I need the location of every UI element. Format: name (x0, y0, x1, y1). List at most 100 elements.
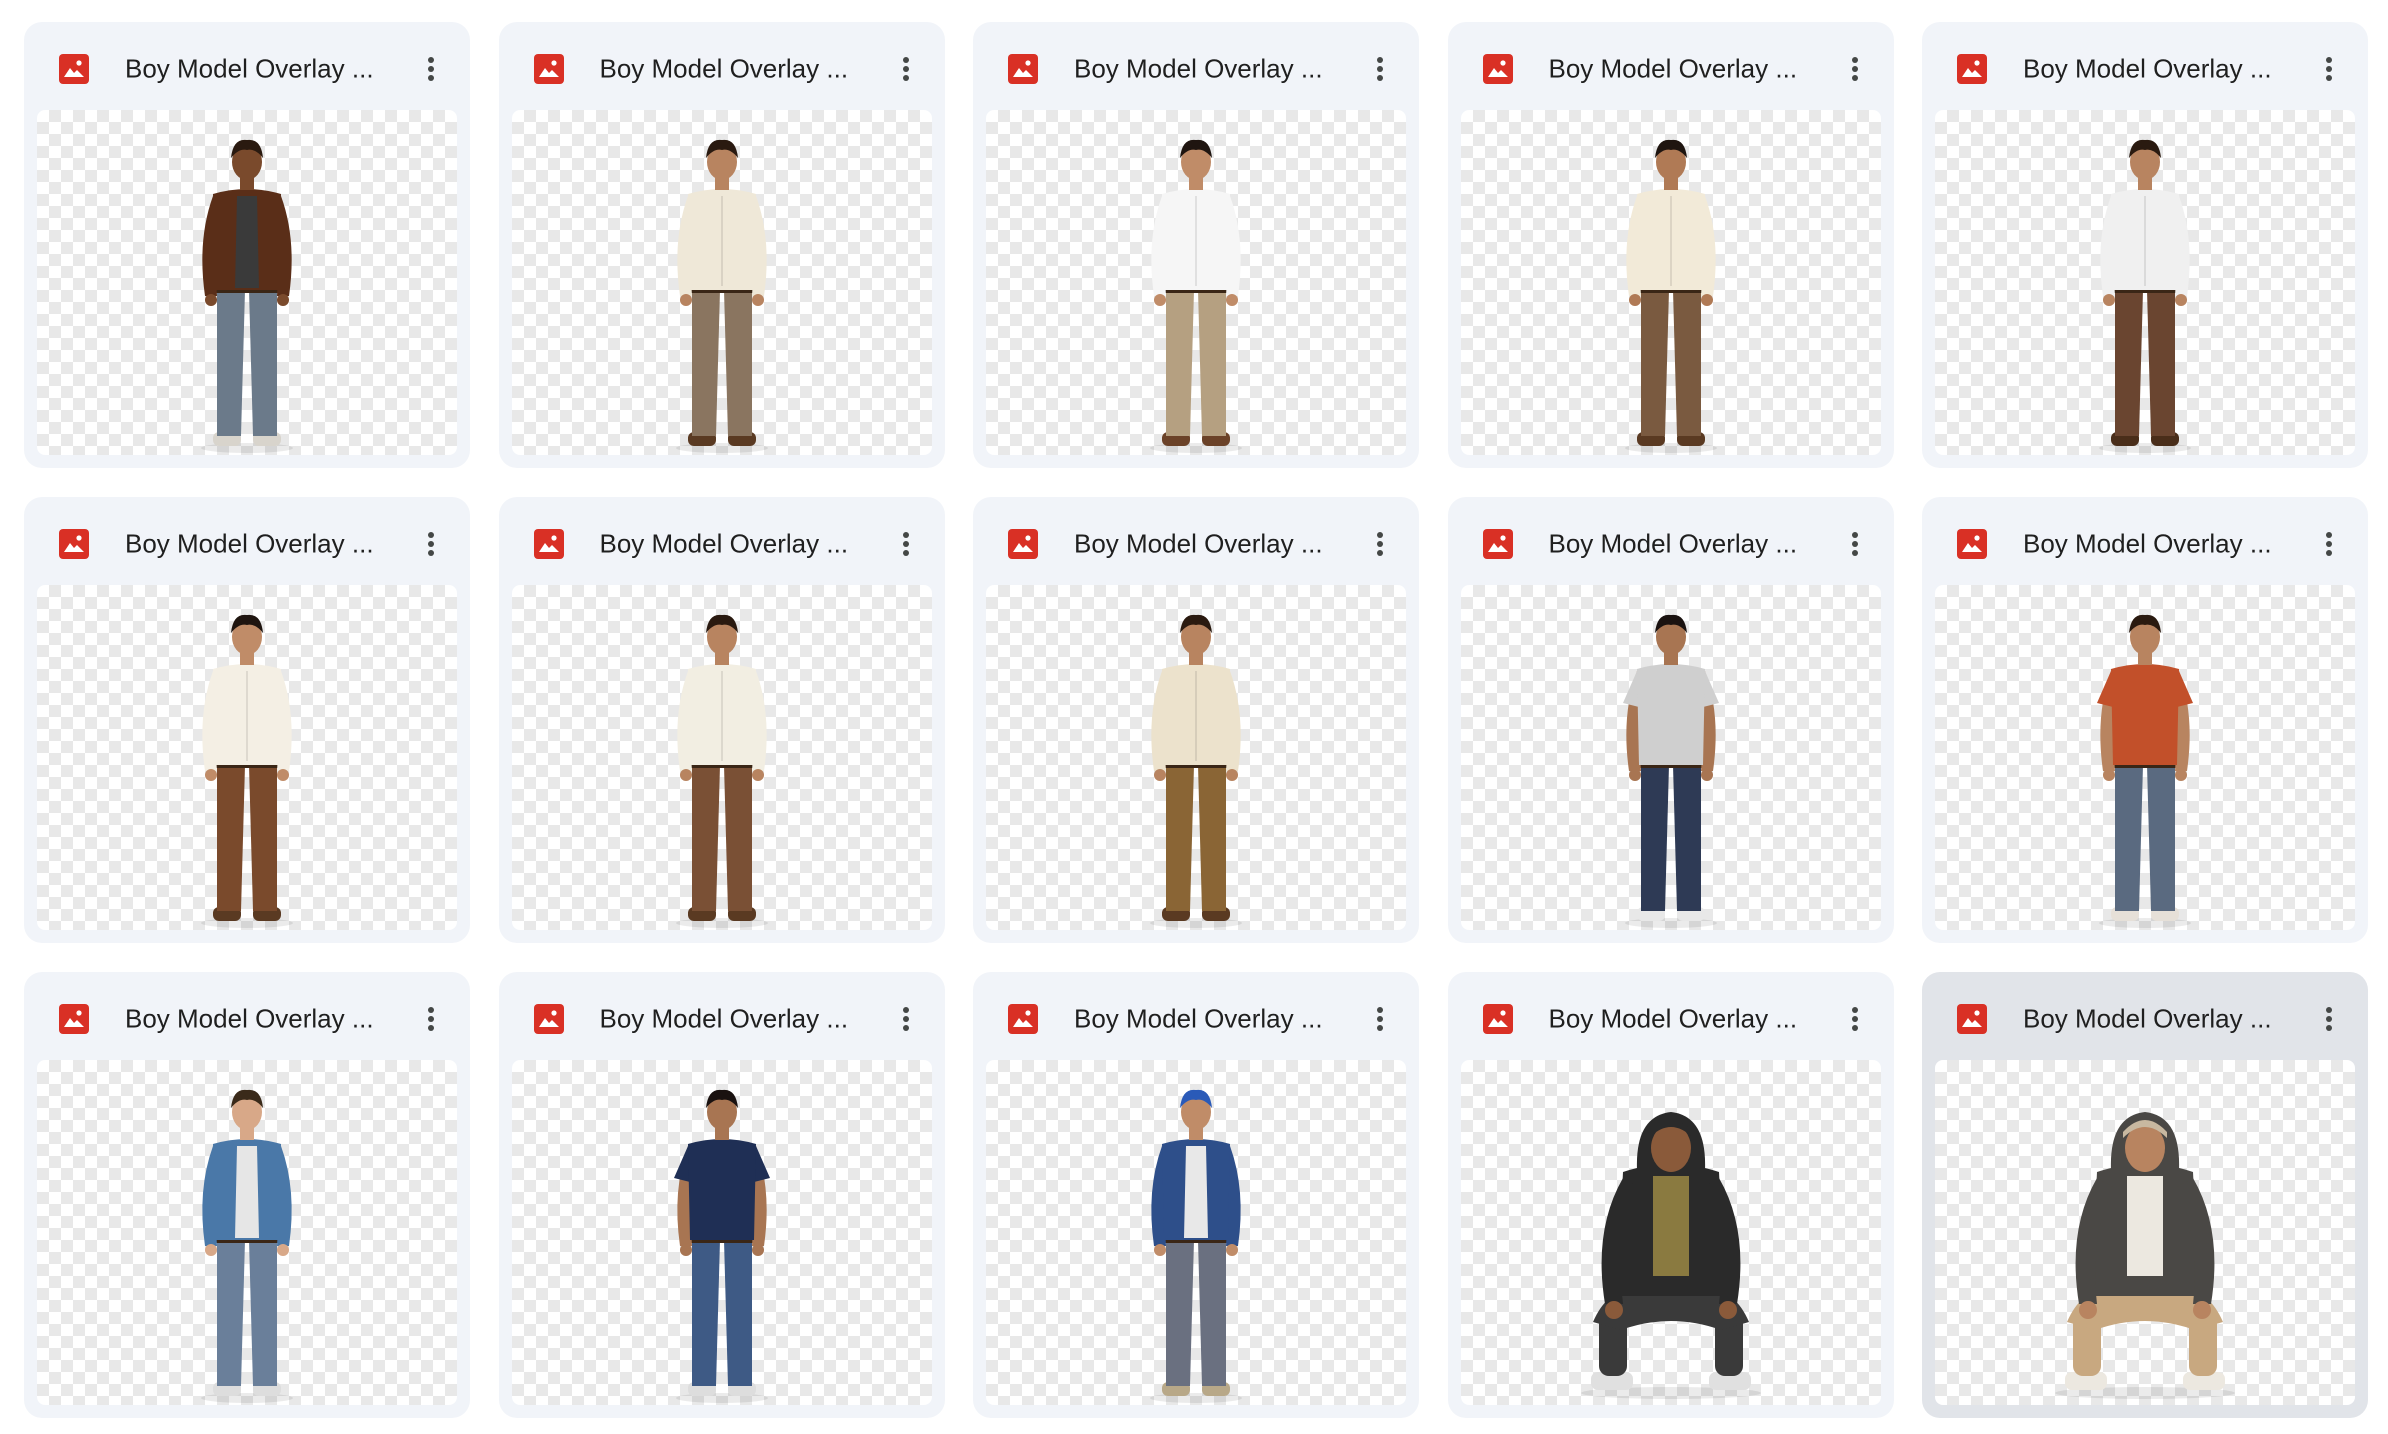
image-file-icon (533, 529, 564, 559)
image-thumbnail[interactable] (1935, 110, 2355, 455)
file-card[interactable]: Boy Model Overlay ... (1922, 972, 2368, 1418)
file-card[interactable]: Boy Model Overlay ... (24, 497, 470, 943)
more-options-button[interactable] (883, 46, 929, 92)
file-card[interactable]: Boy Model Overlay ... (498, 22, 945, 468)
boy-model-figure (1622, 614, 1719, 928)
file-card[interactable]: Boy Model Overlay ... (24, 972, 470, 1418)
more-options-button[interactable] (1832, 996, 1878, 1042)
file-title: Boy Model Overlay ... (1074, 53, 1323, 84)
file-card-header: Boy Model Overlay ... (499, 972, 945, 1060)
file-card-header: Boy Model Overlay ... (973, 972, 1419, 1060)
image-file-icon (533, 54, 564, 84)
image-thumbnail[interactable] (1460, 110, 1881, 455)
image-thumbnail[interactable] (1460, 585, 1881, 930)
more-options-button[interactable] (408, 996, 454, 1042)
file-grid: Boy Model Overlay ... Boy Model Overlay .… (0, 0, 2388, 1434)
boy-model-figure (2099, 139, 2191, 453)
image-file-icon (1482, 54, 1513, 84)
more-options-button[interactable] (1357, 46, 1403, 92)
file-card[interactable]: Boy Model Overlay ... (973, 972, 1419, 1418)
file-title: Boy Model Overlay ... (125, 1003, 374, 1034)
file-title: Boy Model Overlay ... (1074, 528, 1323, 559)
image-file-icon (1957, 54, 1987, 84)
file-card-header: Boy Model Overlay ... (1448, 22, 1894, 110)
image-thumbnail[interactable] (986, 585, 1406, 930)
boy-model-figure (1580, 1112, 1761, 1399)
image-thumbnail[interactable] (37, 1060, 457, 1405)
file-card[interactable]: Boy Model Overlay ... (1922, 22, 2368, 468)
more-options-button[interactable] (1357, 521, 1403, 567)
file-card-header: Boy Model Overlay ... (973, 22, 1419, 110)
file-card[interactable]: Boy Model Overlay ... (973, 497, 1419, 943)
image-thumbnail[interactable] (37, 585, 457, 930)
file-card-header: Boy Model Overlay ... (1922, 972, 2368, 1060)
image-thumbnail[interactable] (1935, 1060, 2355, 1405)
image-thumbnail[interactable] (1460, 1060, 1881, 1405)
image-file-icon (59, 529, 89, 559)
boy-model-figure (201, 1089, 293, 1403)
file-title: Boy Model Overlay ... (599, 528, 849, 559)
image-file-icon (1482, 1004, 1513, 1034)
file-card[interactable]: Boy Model Overlay ... (24, 22, 470, 468)
file-card-header: Boy Model Overlay ... (973, 497, 1419, 585)
more-options-button[interactable] (1832, 46, 1878, 92)
image-file-icon (1008, 529, 1038, 559)
file-card[interactable]: Boy Model Overlay ... (1922, 497, 2368, 943)
file-card-header: Boy Model Overlay ... (499, 22, 945, 110)
file-card[interactable]: Boy Model Overlay ... (1447, 22, 1894, 468)
file-card[interactable]: Boy Model Overlay ... (973, 22, 1419, 468)
image-thumbnail[interactable] (986, 110, 1406, 455)
more-options-button[interactable] (1357, 996, 1403, 1042)
file-title: Boy Model Overlay ... (599, 1003, 849, 1034)
file-card-header: Boy Model Overlay ... (1922, 497, 2368, 585)
image-thumbnail[interactable] (511, 1060, 932, 1405)
more-options-button[interactable] (2306, 521, 2352, 567)
boy-model-figure (1150, 139, 1242, 453)
file-card-header: Boy Model Overlay ... (1448, 497, 1894, 585)
file-title: Boy Model Overlay ... (2023, 528, 2272, 559)
file-title: Boy Model Overlay ... (1074, 1003, 1323, 1034)
more-options-button[interactable] (883, 521, 929, 567)
more-options-button[interactable] (408, 46, 454, 92)
more-options-button[interactable] (408, 521, 454, 567)
image-file-icon (533, 1004, 564, 1034)
file-title: Boy Model Overlay ... (125, 528, 374, 559)
image-thumbnail[interactable] (511, 110, 932, 455)
more-options-button[interactable] (1832, 521, 1878, 567)
file-card[interactable]: Boy Model Overlay ... (498, 497, 945, 943)
boy-model-figure (2097, 614, 2193, 928)
boy-model-figure (2055, 1112, 2235, 1399)
more-options-button[interactable] (883, 996, 929, 1042)
image-file-icon (1957, 529, 1987, 559)
file-card[interactable]: Boy Model Overlay ... (1447, 497, 1894, 943)
boy-model-figure (201, 614, 293, 928)
file-card-header: Boy Model Overlay ... (24, 22, 470, 110)
file-card[interactable]: Boy Model Overlay ... (498, 972, 945, 1418)
file-title: Boy Model Overlay ... (1548, 528, 1798, 559)
image-file-icon (1957, 1004, 1987, 1034)
boy-model-figure (1150, 1089, 1242, 1403)
file-card-header: Boy Model Overlay ... (1922, 22, 2368, 110)
file-title: Boy Model Overlay ... (125, 53, 374, 84)
file-title: Boy Model Overlay ... (2023, 53, 2272, 84)
file-title: Boy Model Overlay ... (1548, 53, 1798, 84)
image-thumbnail[interactable] (986, 1060, 1406, 1405)
image-file-icon (1482, 529, 1513, 559)
image-file-icon (59, 1004, 89, 1034)
file-title: Boy Model Overlay ... (2023, 1003, 2272, 1034)
file-card[interactable]: Boy Model Overlay ... (1447, 972, 1894, 1418)
boy-model-figure (1150, 614, 1242, 928)
image-thumbnail[interactable] (511, 585, 932, 930)
file-title: Boy Model Overlay ... (1548, 1003, 1798, 1034)
boy-model-figure (201, 139, 293, 453)
boy-model-figure (673, 1089, 770, 1403)
image-thumbnail[interactable] (1935, 585, 2355, 930)
file-card-header: Boy Model Overlay ... (1448, 972, 1894, 1060)
more-options-button[interactable] (2306, 46, 2352, 92)
boy-model-figure (675, 614, 768, 928)
file-card-header: Boy Model Overlay ... (24, 972, 470, 1060)
more-options-button[interactable] (2306, 996, 2352, 1042)
boy-model-figure (1624, 139, 1717, 453)
image-file-icon (59, 54, 89, 84)
image-thumbnail[interactable] (37, 110, 457, 455)
